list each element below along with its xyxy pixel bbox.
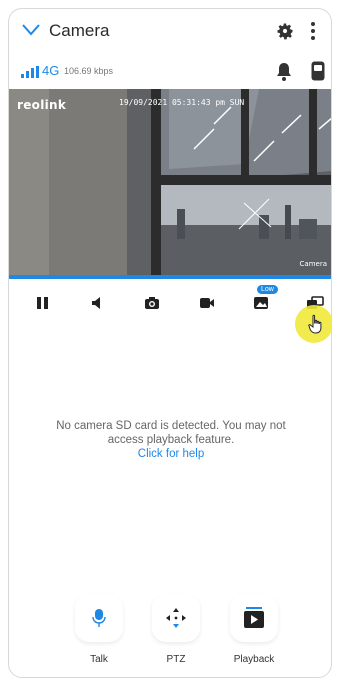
hand-pointer-icon	[308, 314, 322, 334]
video-timestamp: 19/09/2021 05:31:43 pm SUN	[119, 98, 245, 107]
chevron-down-icon[interactable]	[21, 22, 41, 38]
signal-strength-icon	[21, 66, 39, 78]
ptz-arrows-icon	[166, 608, 186, 628]
more-options-icon[interactable]	[309, 20, 317, 42]
sd-card-message: No camera SD card is detected. You may n…	[39, 419, 303, 461]
bell-icon[interactable]	[275, 62, 293, 82]
video-record-icon	[200, 298, 214, 308]
help-link[interactable]: Click for help	[39, 447, 303, 461]
pause-button[interactable]	[31, 291, 55, 315]
video-feed[interactable]: reolink 19/09/2021 05:31:43 pm SUN Camer…	[9, 89, 331, 275]
quality-badge: Low	[257, 285, 278, 294]
mute-button[interactable]	[86, 291, 110, 315]
speaker-icon	[92, 297, 100, 309]
brand-logo: reolink	[17, 98, 67, 112]
video-toolbar: Low	[9, 285, 331, 325]
playback-button[interactable]	[230, 594, 278, 642]
image-quality-icon	[254, 297, 268, 309]
status-row: 4G 106.69 kbps	[9, 53, 331, 89]
microphone-icon	[92, 609, 106, 627]
bitrate: 106.69 kbps	[64, 66, 114, 76]
ptz-button[interactable]	[152, 594, 200, 642]
video-progress-line	[9, 275, 331, 279]
playback-label: Playback	[233, 654, 275, 665]
bottom-actions: Talk PTZ Playback	[9, 594, 331, 674]
talk-action[interactable]: Talk	[69, 594, 129, 665]
gear-icon[interactable]	[275, 21, 295, 41]
page-title: Camera	[49, 21, 110, 40]
playback-icon	[244, 607, 264, 628]
camera-device-icon[interactable]	[311, 61, 325, 81]
top-bar: Camera	[9, 9, 331, 53]
playback-action[interactable]: Playback	[224, 594, 284, 665]
record-button[interactable]	[195, 291, 219, 315]
talk-button[interactable]	[75, 594, 123, 642]
quality-button[interactable]	[249, 291, 273, 315]
pause-icon	[37, 297, 48, 309]
snapshot-button[interactable]	[140, 291, 164, 315]
network-type: 4G	[42, 63, 60, 78]
camera-icon	[145, 297, 159, 309]
ptz-label: PTZ	[166, 654, 186, 665]
app-frame: Camera 4G 106.69 kbps reolink 19/09/2021…	[8, 8, 332, 678]
ptz-action[interactable]: PTZ	[146, 594, 206, 665]
video-camera-name: Camera	[299, 260, 327, 268]
sd-card-text: No camera SD card is detected. You may n…	[56, 420, 286, 446]
camera-scene	[9, 89, 331, 275]
talk-label: Talk	[90, 654, 108, 665]
